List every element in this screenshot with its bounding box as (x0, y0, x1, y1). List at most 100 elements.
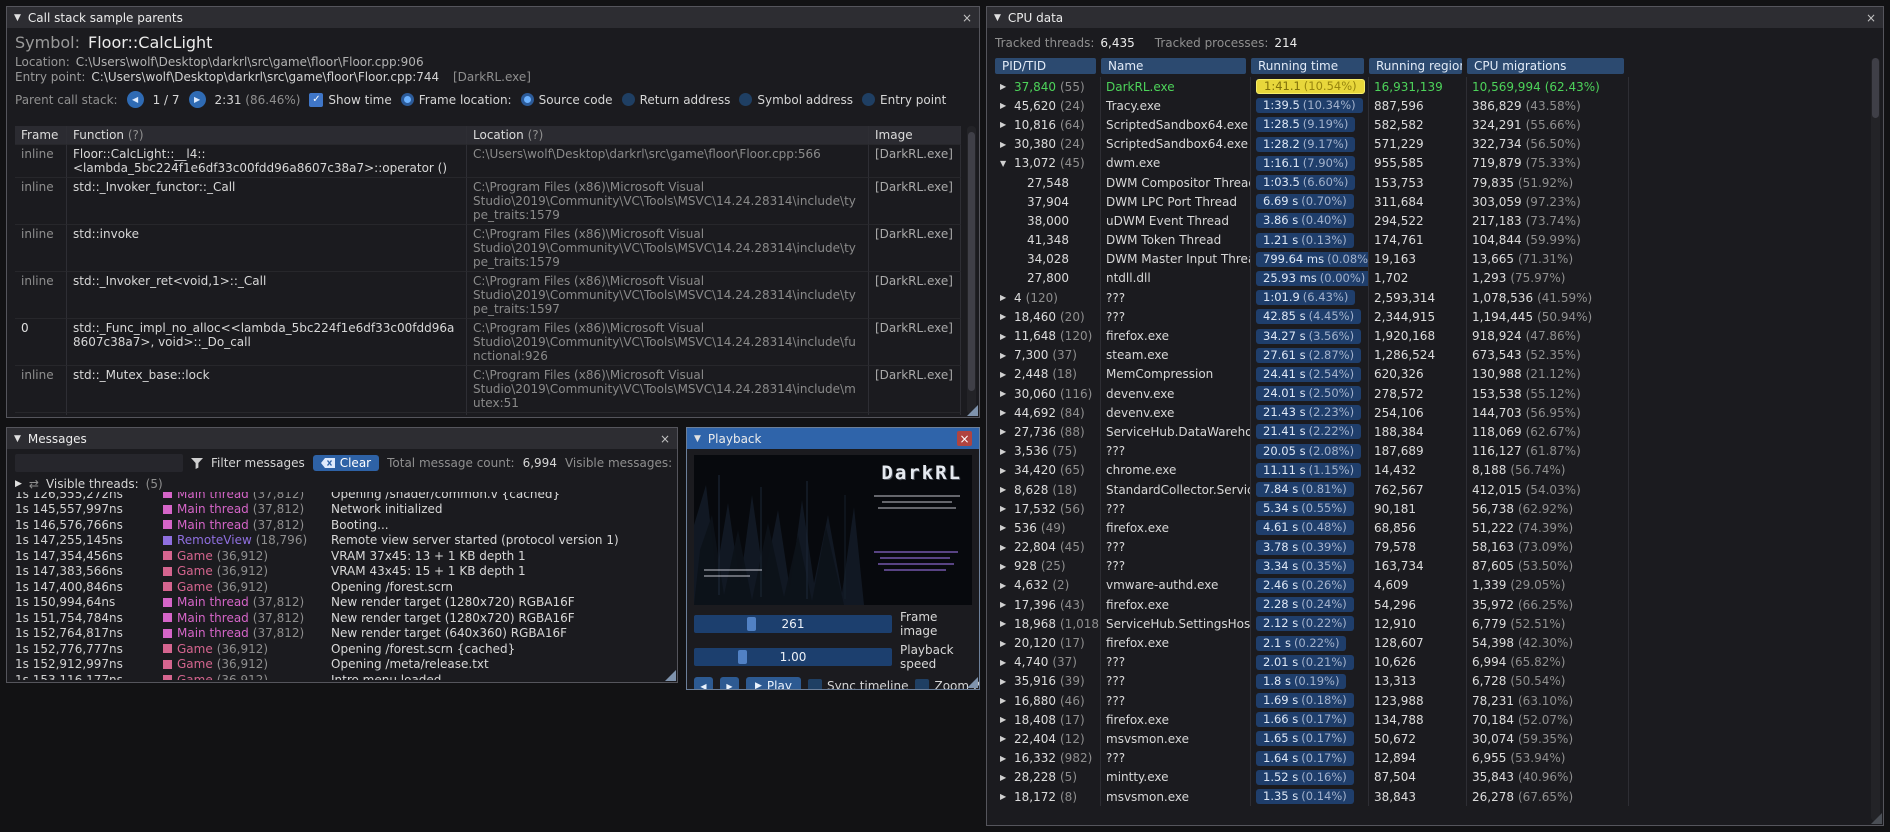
message-row[interactable]: 1s 150,994,64ns Main thread (37,812) New re… (15, 595, 673, 611)
expand-icon[interactable]: ▶ (1000, 734, 1009, 743)
table-row[interactable]: ▶ 20,120 (17) firefox.exe 2.1 s (0.22%) 128,60… (995, 633, 1629, 653)
step-forward-button[interactable]: ▶ (720, 677, 739, 689)
column-header-running-time[interactable]: Running time (1251, 58, 1364, 74)
radio-return-address[interactable]: Return address (621, 93, 730, 107)
table-row[interactable]: ▶ 44,692 (84) devenv.exe 21.43 s (2.23%) 254,1… (995, 403, 1629, 423)
message-row[interactable]: 1s 147,383,566ns Game (36,912) VRAM 43x45: … (15, 564, 673, 580)
filter-input[interactable] (15, 454, 183, 472)
expand-icon[interactable]: ▶ (1000, 658, 1009, 667)
expand-icon[interactable]: ▶ (15, 479, 22, 489)
table-row[interactable]: ▶ 34,420 (65) chrome.exe 11.11 s (1.15%) 14,43… (995, 460, 1629, 480)
expand-icon[interactable]: ▶ (1000, 101, 1009, 110)
scrollbar-thumb[interactable] (968, 131, 975, 391)
expand-icon[interactable]: ▶ (1000, 370, 1009, 379)
table-row[interactable]: ▶ 30,380 (24) ScriptedSandbox64.exe 1:28.2 (9… (995, 134, 1629, 154)
visible-threads-row[interactable]: ▶ ⇄ Visible threads: (5) (7, 473, 677, 492)
collapse-icon[interactable]: ▼ (14, 13, 21, 23)
expand-icon[interactable]: ▶ (1000, 754, 1009, 763)
radio-icon[interactable] (621, 93, 635, 106)
checkbox-icon[interactable] (807, 679, 822, 689)
table-row[interactable]: ▶ 16,880 (46)??? 1.69 s (0.18%) 123,988 78,231… (995, 691, 1629, 711)
table-row[interactable]: 34,028 DWM Master Input Thread 799.64 ms (0… (995, 249, 1629, 269)
prev-frame-button[interactable]: ◀ (126, 91, 144, 108)
callstack-titlebar[interactable]: ▼ Call stack sample parents × (7, 7, 979, 28)
show-time-checkbox[interactable]: ✓ Show time (309, 92, 392, 107)
expand-icon[interactable]: ▶ (1000, 427, 1009, 436)
table-row[interactable]: 27,800 ntdll.dll 25.93 ms (0.00%) 1,702 1,293… (995, 268, 1629, 289)
expand-icon[interactable]: ▶ (1000, 485, 1009, 494)
expand-icon[interactable]: ▶ (1000, 408, 1009, 417)
close-icon[interactable]: × (1866, 12, 1876, 24)
message-row[interactable]: 1s 146,576,766ns Main thread (37,812) Booti… (15, 517, 673, 533)
resize-grip[interactable] (967, 677, 978, 688)
expand-icon[interactable]: ▶ (1000, 351, 1009, 360)
expand-icon[interactable]: ▶ (1000, 543, 1009, 552)
messages-titlebar[interactable]: ▼ Messages × (7, 428, 677, 449)
table-row[interactable]: ▶ 27,736 (88) ServiceHub.DataWarehouse 21.41… (995, 422, 1629, 442)
expand-icon[interactable]: ▶ (1000, 600, 1009, 609)
radio-symbol-address[interactable]: Symbol address (739, 93, 853, 107)
expand-icon[interactable]: ▶ (1000, 332, 1009, 341)
checkbox-icon[interactable]: ✓ (309, 92, 324, 107)
expand-icon[interactable]: ▶ (1000, 696, 1009, 705)
message-row[interactable]: 1s 153,116,177ns Game (36,912) Intro menu l… (15, 672, 673, 680)
close-icon[interactable]: × (660, 433, 670, 445)
table-row[interactable]: ▶ 4,740 (37)??? 2.01 s (0.21%) 10,626 6,994 (65… (995, 652, 1629, 672)
cpu-titlebar[interactable]: ▼ CPU data × (987, 7, 1883, 28)
expand-icon[interactable]: ▶ (1000, 773, 1009, 782)
table-row[interactable]: 27,548 DWM Compositor Thread 1:03.5 (6.60%)… (995, 172, 1629, 193)
message-row[interactable]: 1s 152,776,777ns Game (36,912) Opening /for… (15, 641, 673, 657)
table-row[interactable]: ▶ 18,460 (20)??? 42.85 s (4.45%) 2,344,915 1,1… (995, 307, 1629, 327)
column-header-cpu-migrations[interactable]: CPU migrations (1467, 58, 1624, 74)
message-row[interactable]: 1s 147,255,145ns RemoteView (18,796) Remote… (15, 533, 673, 549)
table-row[interactable]: ▶ 4 (120)??? 1:01.9 (6.43%) 2,593,314 1,078,53… (995, 288, 1629, 308)
table-row[interactable]: ▶ 37,840 (55) DarkRL.exe 1:41.1 (10.54%) 16,93… (995, 77, 1629, 97)
table-row[interactable]: 37,904 DWM LPC Port Thread 6.69 s (0.70%) 31… (995, 192, 1629, 212)
table-row[interactable]: ▶ 28,228 (5) mintty.exe 1.52 s (0.16%) 87,504 3… (995, 767, 1629, 787)
expand-icon[interactable]: ▶ (1000, 715, 1009, 724)
expand-icon[interactable]: ▶ (1000, 312, 1009, 321)
table-row[interactable]: ▶ 2,448 (18) MemCompression 24.41 s (2.54%) 62… (995, 364, 1629, 384)
table-row[interactable]: ▶ 16,332 (982)??? 1.64 s (0.17%) 12,894 6,955(… (995, 748, 1629, 768)
expand-icon[interactable]: ▶ (1000, 140, 1009, 149)
table-row[interactable]: inline std::_Mutex_base::lock C:\Program F… (15, 366, 961, 413)
playback-titlebar[interactable]: ▼ Playback × (687, 428, 979, 449)
table-row[interactable]: ▶ 18,172 (8) msvsmon.exe 1.35 s (0.14%) 38,843… (995, 786, 1629, 807)
table-row[interactable]: inline std::_Invoker_ret<void,1>::_Call C:… (15, 272, 961, 319)
resize-grip[interactable] (1871, 813, 1882, 824)
table-row[interactable]: ▶ 22,404 (12) msvsmon.exe 1.65 s (0.17%) 50,67… (995, 729, 1629, 749)
expand-icon[interactable]: ▶ (1000, 82, 1009, 91)
expand-icon[interactable]: ▶ (1000, 120, 1009, 129)
table-row[interactable]: ▶ 17,532 (56)??? 5.34 s (0.55%) 90,181 56,738 (… (995, 499, 1629, 519)
expand-icon[interactable]: ▶ (1000, 619, 1009, 628)
expand-icon[interactable]: ▼ (1000, 159, 1009, 168)
resize-grip[interactable] (665, 670, 676, 681)
table-row[interactable]: ▶ 928 (25)??? 3.34 s (0.35%) 163,734 87,605 (53… (995, 556, 1629, 576)
playback-speed-slider[interactable]: 1.00 (694, 648, 892, 666)
table-row[interactable]: ▶ 30,060 (116) devenv.exe 24.01 s (2.50%) 278,… (995, 384, 1629, 404)
column-header-name[interactable]: Name (1101, 58, 1246, 74)
table-row[interactable]: ▶ 7,300 (37) steam.exe 27.61 s (2.87%) 1,286,5… (995, 345, 1629, 365)
message-row[interactable]: 1s 147,400,846ns Game (36,912) Opening /for… (15, 579, 673, 595)
close-icon[interactable]: × (957, 431, 972, 446)
table-row[interactable]: ▶ 3,536 (75)??? 20.05 s (2.08%) 187,689 116,12… (995, 441, 1629, 461)
play-button[interactable]: ▶ Play (746, 677, 801, 689)
table-row[interactable]: ▶ 11,648 (120) firefox.exe 34.27 s (3.56%) 1,9… (995, 326, 1629, 346)
table-row[interactable]: ▶ 18,408 (17) firefox.exe 1.66 s (0.17%) 134,7… (995, 710, 1629, 730)
table-row[interactable]: 38,000 uDWM Event Thread 3.86 s (0.40%) 294,… (995, 211, 1629, 231)
table-row[interactable]: ▶ 8,628(18) StandardCollector.Service.e 7.8… (995, 479, 1629, 500)
step-back-button[interactable]: ◀ (694, 677, 713, 689)
expand-icon[interactable]: ▶ (1000, 523, 1009, 532)
table-row[interactable]: ▶ 45,620 (24) Tracy.exe 1:39.5 (10.34%) 887,59… (995, 96, 1629, 116)
expand-icon[interactable]: ▶ (1000, 293, 1009, 302)
frame-image-slider[interactable]: 261 (694, 615, 892, 633)
message-row[interactable]: 1s 151,754,784ns Main thread (37,812) New r… (15, 610, 673, 626)
table-row[interactable]: inline std::_Invoker_functor::_Call C:\Pro… (15, 178, 961, 225)
expand-icon[interactable]: ▶ (1000, 389, 1009, 398)
message-row[interactable]: 1s 147,354,456ns Game (36,912) VRAM 37x45: … (15, 548, 673, 564)
table-row[interactable]: inlinestd::unique_lock<std::mutex>::lock… (15, 413, 961, 415)
table-row[interactable]: inline Floor::CalcLight::__l4::<lambda_5b… (15, 145, 961, 178)
message-row[interactable]: 1s 145,557,997ns Main thread (37,812) Netwo… (15, 502, 673, 518)
column-header-pid-tid[interactable]: PID/TID (995, 58, 1096, 74)
expand-icon[interactable]: ▶ (1000, 504, 1009, 513)
